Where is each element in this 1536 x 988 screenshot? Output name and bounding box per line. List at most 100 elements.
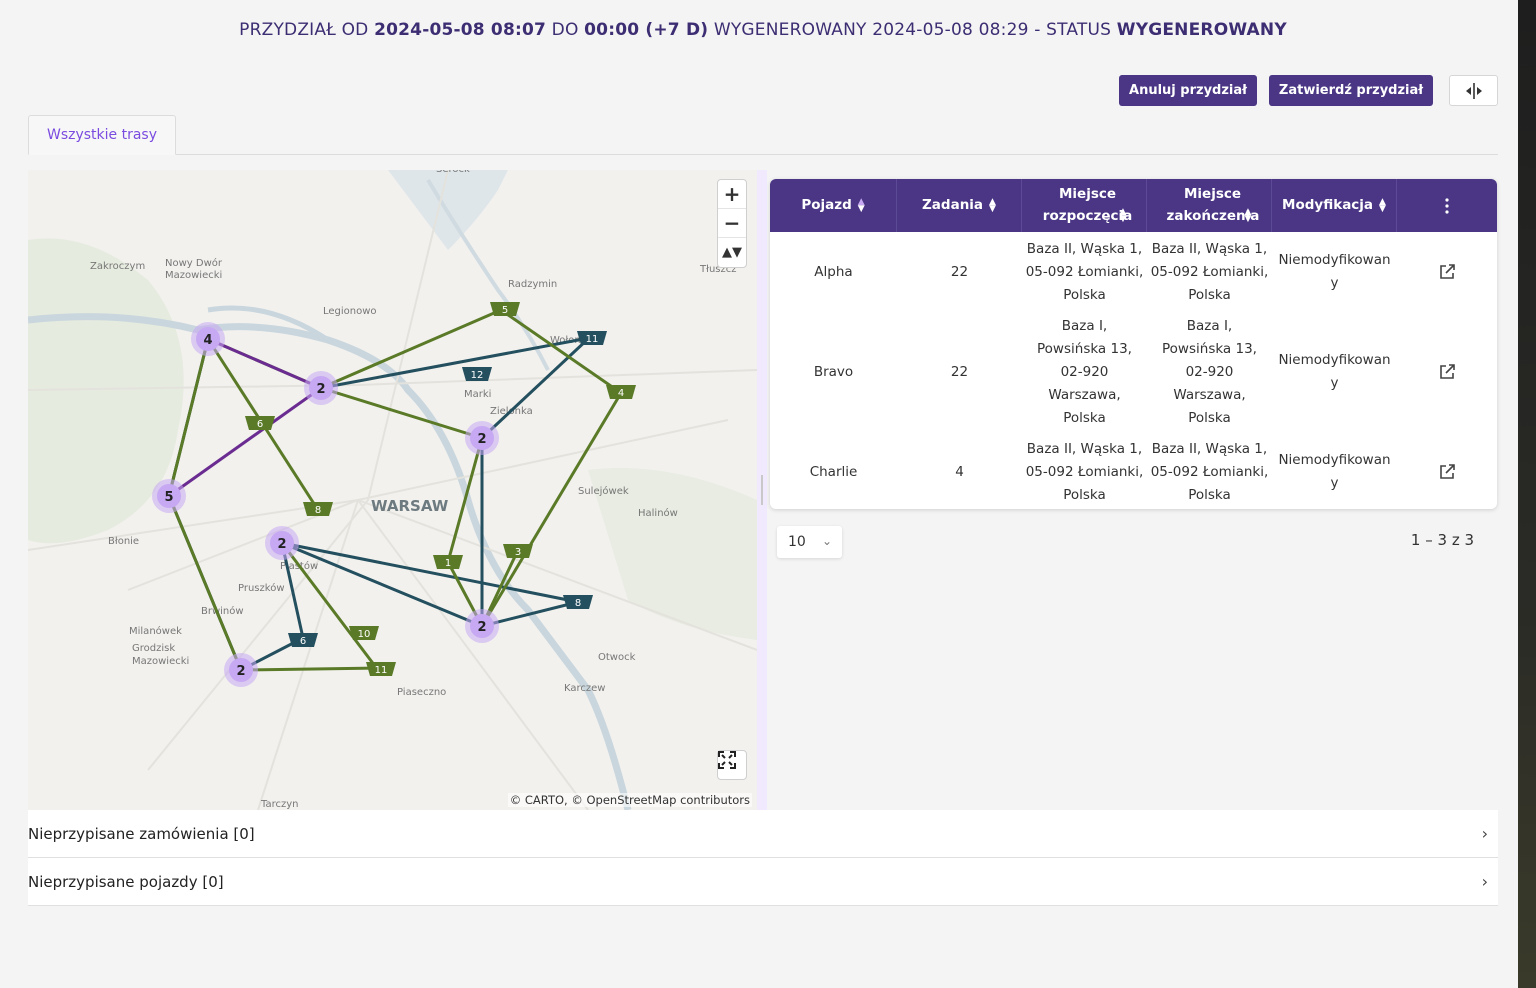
map-town-label: Piaseczno	[397, 687, 446, 698]
open-route-button[interactable]	[1397, 234, 1497, 310]
map-town-label: Sulejówek	[578, 485, 629, 497]
stop-marker-label: 10	[358, 629, 371, 640]
map-town-label: Halinów	[638, 507, 678, 519]
zoom-out-button[interactable]: −	[718, 209, 746, 238]
map-town-label: WARSAW	[371, 497, 449, 515]
tasks-cell: 22	[950, 263, 969, 280]
map-town-label: Radzymin	[508, 279, 557, 290]
map-town-label: Błonie	[108, 536, 139, 547]
sort-icon: ▲ ▼	[1244, 206, 1252, 224]
map-attribution[interactable]: © CARTO, © OpenStreetMap contributors	[507, 793, 752, 807]
status-text: WYGENEROWANY	[1116, 20, 1287, 40]
cluster-marker[interactable]: 5	[152, 479, 186, 513]
open-route-button[interactable]	[1397, 434, 1497, 509]
column-modification[interactable]: Modyfikacja ▲ ▼	[1272, 179, 1397, 232]
modification-cell: Niemodyfikowany	[1278, 352, 1391, 391]
fullscreen-button[interactable]	[717, 750, 747, 780]
map-town-label: Marki	[464, 389, 491, 400]
stop-marker-label: 11	[586, 334, 599, 345]
table-row[interactable]: Alpha 22 Baza II, Wąska 1, 05-092 Łomian…	[770, 234, 1497, 310]
stop-marker-label: 6	[257, 419, 263, 430]
stop-marker-label: 6	[300, 636, 306, 647]
stop-marker[interactable]: 4	[606, 385, 636, 399]
cluster-count: 2	[277, 537, 286, 552]
vehicles-table: Pojazd ▲ ▼ Zadania ▲ ▼ Miejsce rozpoczęcia ▲ ▼…	[770, 179, 1497, 509]
stop-marker[interactable]: 5	[490, 302, 520, 316]
fullscreen-icon	[718, 751, 736, 769]
route-tabs: Wszystkie trasy	[28, 115, 1498, 155]
panel-splitter[interactable]	[757, 170, 767, 810]
zoom-in-button[interactable]: +	[718, 180, 746, 209]
stop-marker[interactable]: 8	[563, 595, 593, 609]
stop-marker[interactable]: 11	[577, 331, 607, 345]
cancel-assignment-button[interactable]: Anuluj przydział	[1119, 75, 1257, 106]
cluster-marker[interactable]: 2	[465, 421, 499, 455]
cluster-count: 4	[203, 333, 212, 348]
map-town-label: Tarczyn	[260, 799, 298, 810]
end-cell: Baza II, Wąska 1, 05-092 Łomianki, Polsk…	[1150, 440, 1269, 503]
cluster-marker[interactable]: 4	[191, 322, 225, 356]
tab-all-routes[interactable]: Wszystkie trasy	[28, 115, 176, 155]
unassigned-vehicles-panel[interactable]: Nieprzypisane pojazdy [0] ›	[28, 858, 1498, 906]
cluster-marker[interactable]: 2	[224, 653, 258, 687]
end-cell: Baza I, Powsińska 13, 02-920 Warszawa, P…	[1162, 317, 1257, 426]
map-canvas[interactable]: Zakroczym Nowy DwórMazowieckiLegionowoRad…	[28, 170, 757, 810]
route-line[interactable]	[281, 541, 579, 604]
start-cell: Baza II, Wąska 1, 05-092 Łomianki, Polsk…	[1025, 240, 1144, 303]
map-town-label: Otwock	[598, 652, 636, 663]
route-line[interactable]	[167, 495, 243, 671]
stop-marker[interactable]: 10	[349, 626, 379, 640]
open-route-button[interactable]	[1397, 311, 1497, 433]
road	[357, 499, 589, 810]
map-town-label: Nowy Dwór	[165, 257, 223, 269]
map-town-label: Grodzisk	[132, 643, 175, 654]
stop-marker[interactable]: 6	[245, 416, 275, 430]
map-town-label: Mazowiecki	[132, 656, 189, 667]
compass-button[interactable]: ▲▼	[718, 238, 746, 267]
map-town-label: Zakroczym	[90, 261, 145, 272]
stop-marker-label: 8	[315, 505, 321, 516]
cluster-marker[interactable]: 2	[465, 609, 499, 643]
start-cell: Baza II, Wąska 1, 05-092 Łomianki, Polsk…	[1025, 440, 1144, 503]
cluster-count: 2	[236, 664, 245, 679]
open-external-icon	[1440, 464, 1455, 479]
vehicle-cell: Charlie	[809, 463, 858, 480]
map-town-label: Brwinów	[201, 605, 244, 617]
desktop-edge	[1518, 0, 1536, 988]
cluster-marker[interactable]: 2	[265, 526, 299, 560]
table-row[interactable]: Bravo 22 Baza I, Powsińska 13, 02-920 Wa…	[770, 311, 1497, 433]
stop-marker[interactable]: 3	[503, 544, 533, 558]
route-line[interactable]	[480, 336, 591, 440]
split-view-button[interactable]	[1449, 75, 1498, 106]
sort-icon: ▲ ▼	[1119, 206, 1127, 224]
table-row[interactable]: Charlie 4 Baza II, Wąska 1, 05-092 Łomia…	[770, 434, 1497, 509]
map-town-label: Mazowiecki	[165, 270, 222, 281]
stop-marker[interactable]: 6	[288, 633, 318, 647]
route-map[interactable]: Zakroczym Nowy Dwór Mazowiecki Legionowo Rad…	[28, 170, 757, 810]
column-tasks[interactable]: Zadania ▲ ▼	[897, 179, 1022, 232]
route-line[interactable]	[240, 666, 382, 672]
stop-marker[interactable]: 8	[303, 502, 333, 516]
column-end-location[interactable]: Miejsce zakończenia ▲ ▼	[1147, 179, 1272, 232]
stop-marker[interactable]: 12	[462, 367, 492, 381]
date-to: 00:00 (+7 D)	[584, 20, 709, 40]
cluster-count: 2	[316, 382, 325, 397]
map-town-label: Serock	[436, 170, 470, 175]
map-town-label: Legionowo	[323, 306, 377, 317]
page-size-select[interactable]: 10 ⌄	[777, 526, 842, 558]
route-line[interactable]	[320, 386, 483, 440]
cluster-marker[interactable]: 2	[304, 371, 338, 405]
column-vehicle[interactable]: Pojazd ▲ ▼	[770, 179, 897, 232]
stop-marker[interactable]: 1	[433, 555, 463, 569]
modification-cell: Niemodyfikowany	[1278, 452, 1391, 491]
stop-marker-label: 3	[515, 547, 521, 558]
pagination-range: 1 – 3 z 3	[1410, 531, 1474, 549]
unassigned-orders-panel[interactable]: Nieprzypisane zamówienia [0] ›	[28, 810, 1498, 858]
table-menu-button[interactable]	[1397, 179, 1497, 232]
chevron-right-icon: ›	[1481, 824, 1488, 843]
more-vert-icon	[1445, 197, 1449, 214]
confirm-assignment-button[interactable]: Zatwierdź przydział	[1269, 75, 1433, 106]
stop-marker[interactable]: 11	[366, 662, 396, 676]
table-header: Pojazd ▲ ▼ Zadania ▲ ▼ Miejsce rozpoczęcia ▲ ▼…	[770, 179, 1497, 232]
column-start-location[interactable]: Miejsce rozpoczęcia ▲ ▼	[1022, 179, 1147, 232]
